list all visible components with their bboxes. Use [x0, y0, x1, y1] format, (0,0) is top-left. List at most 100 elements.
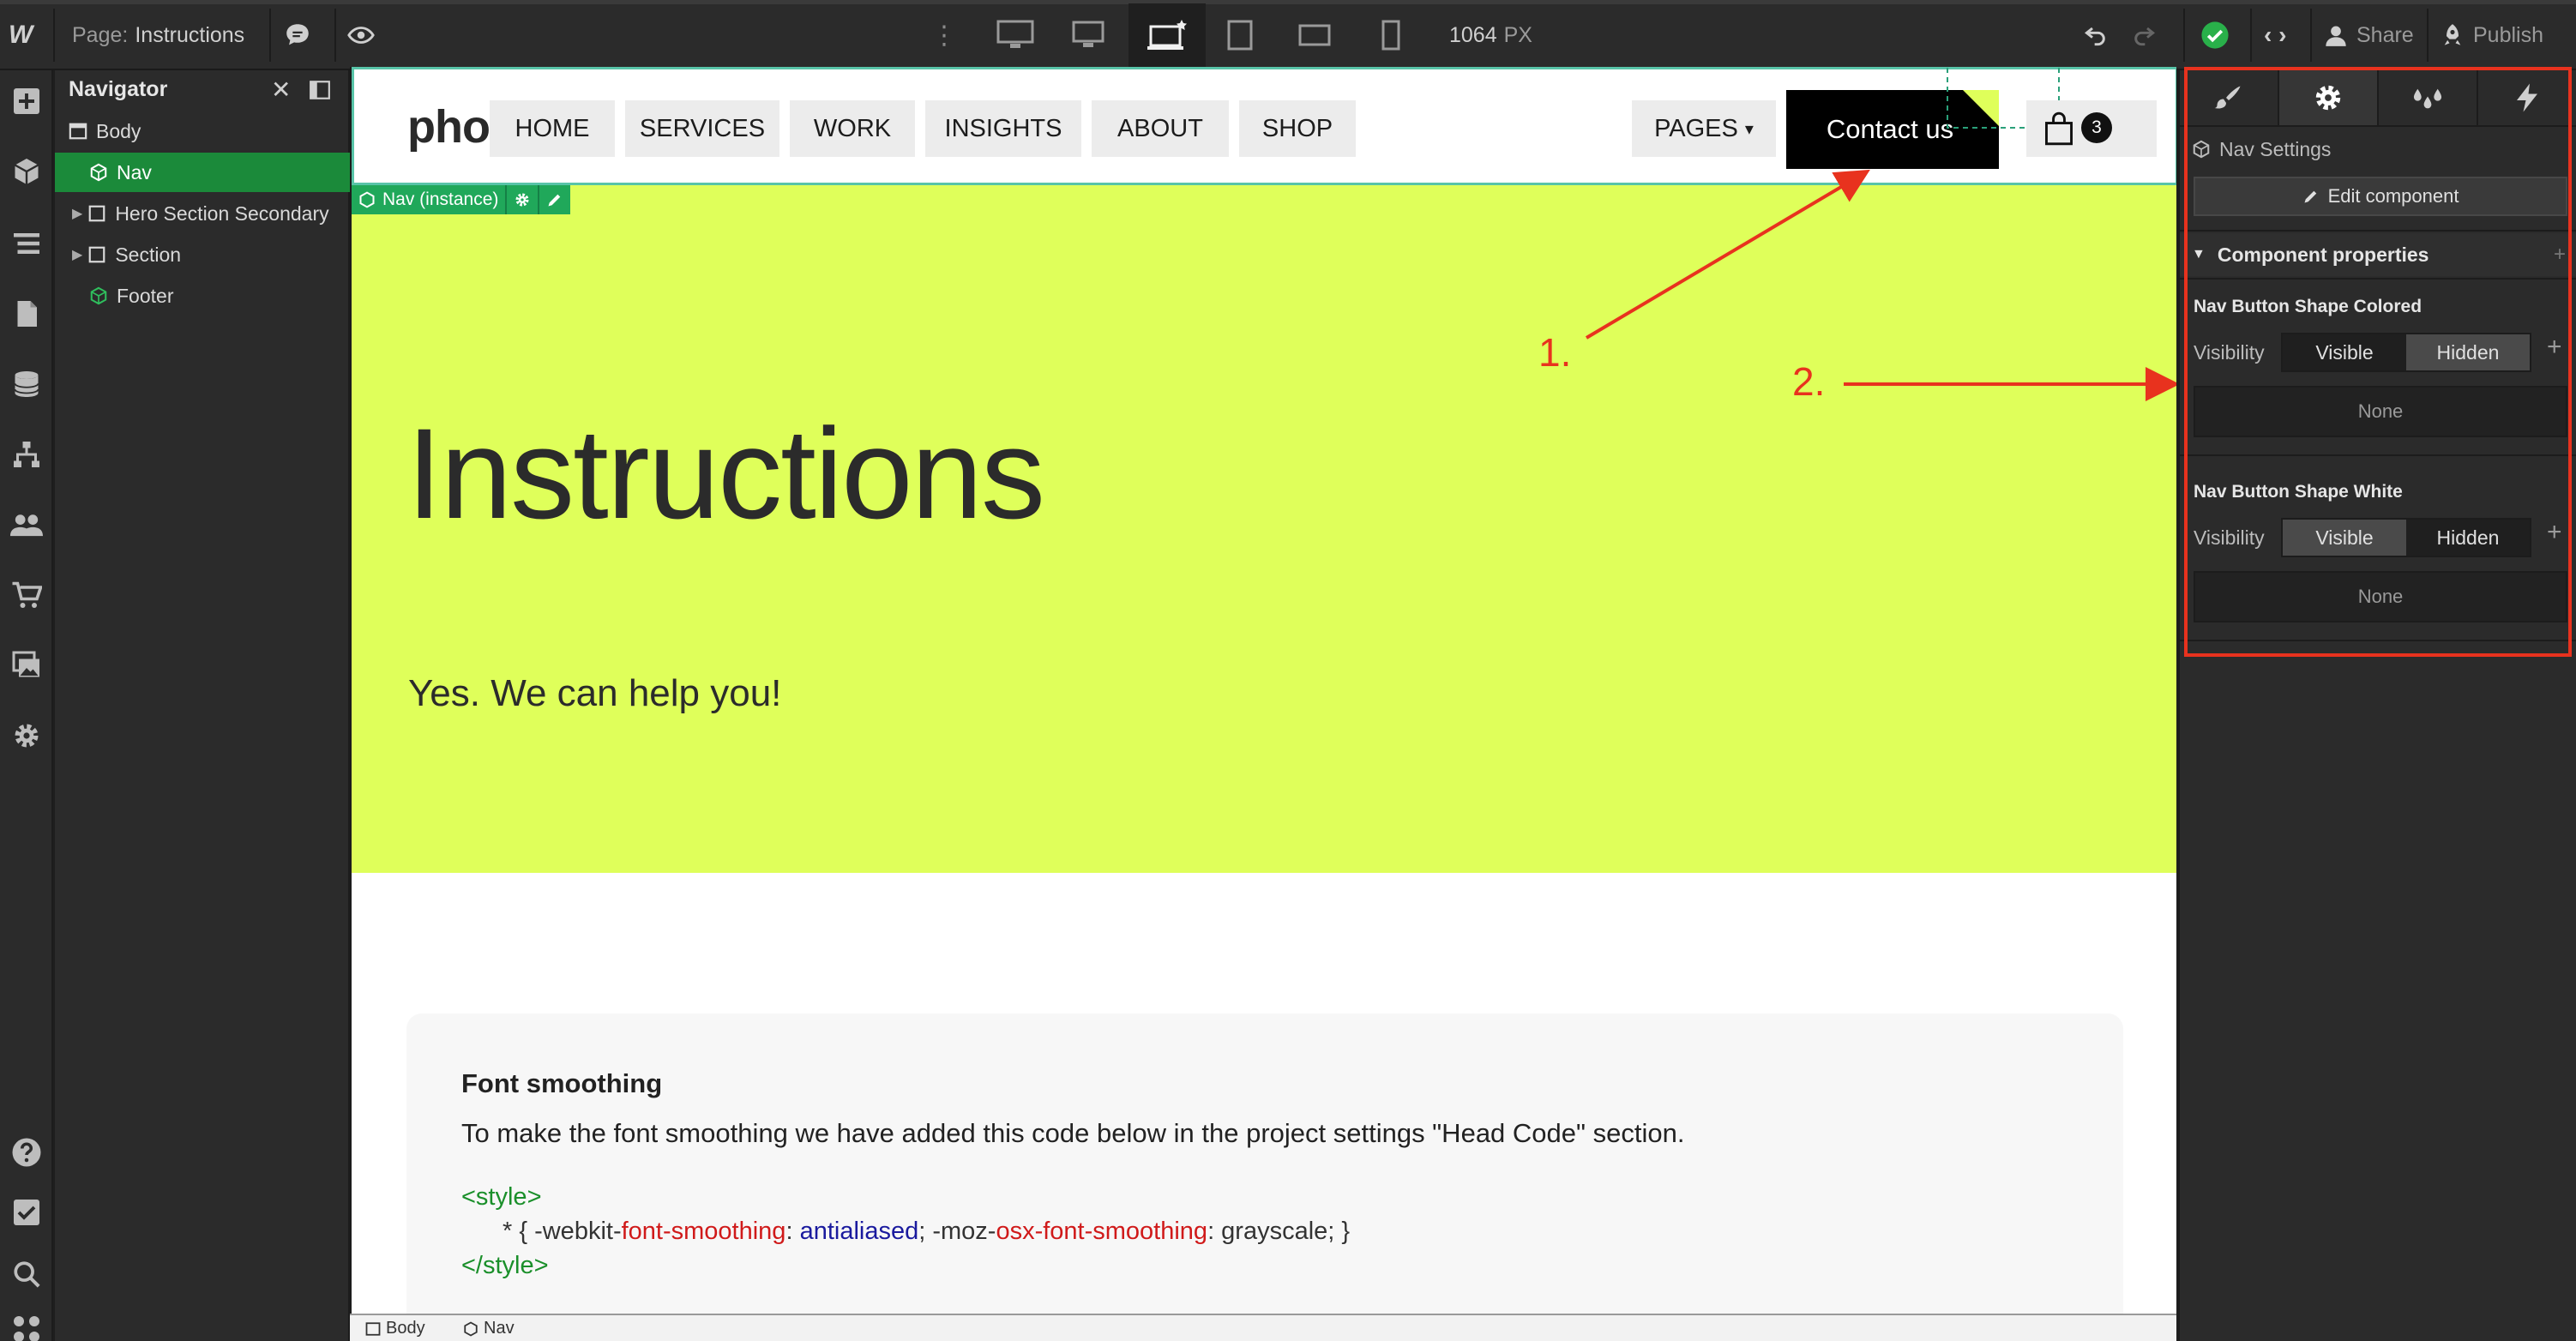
body-icon	[365, 1321, 381, 1336]
tree-item-hero-section-secondary[interactable]: ▶ Hero Section Secondary	[55, 194, 350, 233]
logic-panel-button[interactable]	[8, 436, 45, 473]
more-options-button[interactable]: ⋮	[931, 0, 957, 70]
tab-interactions[interactable]	[2478, 70, 2576, 125]
canvas-width-readout: 1064 PX	[1449, 22, 1532, 47]
comments-button[interactable]	[283, 0, 312, 70]
caret-right-icon[interactable]: ▶	[72, 205, 82, 222]
page-selector[interactable]: Page: Instructions	[72, 0, 244, 70]
gear-icon	[15, 724, 39, 748]
breakpoint-desktop-large[interactable]	[1072, 0, 1104, 70]
top-toolbar: W Page: Instructions ⋮ 1064 PX ‹ › Share…	[0, 0, 2576, 70]
annotation-arrow-1	[1585, 169, 2176, 401]
pages-panel-button[interactable]	[8, 295, 45, 333]
check-circle-icon	[2201, 21, 2229, 49]
code-brackets-icon: ‹ ›	[2264, 21, 2287, 48]
tab-settings[interactable]	[2279, 70, 2379, 125]
search-icon	[14, 1261, 40, 1288]
images-icon	[12, 651, 39, 677]
layers-list-icon	[14, 233, 39, 254]
monitor-icon	[1072, 21, 1104, 47]
breakpoint-mobile-landscape[interactable]	[1298, 0, 1331, 70]
edit-component-button[interactable]: Edit component	[2194, 177, 2567, 216]
panel-tabs	[2180, 70, 2576, 127]
caret-right-icon[interactable]: ▶	[72, 246, 82, 263]
undo-button[interactable]	[2082, 0, 2110, 70]
redo-button[interactable]	[2130, 0, 2158, 70]
settings-panel-button[interactable]	[8, 717, 45, 755]
desktop-star-icon	[1147, 20, 1187, 50]
add-binding-icon[interactable]: +	[2547, 518, 2562, 547]
breakpoint-desktop-base[interactable]	[1147, 0, 1189, 70]
tree-item-nav[interactable]: Nav	[55, 153, 350, 192]
share-button[interactable]: Share	[2324, 0, 2414, 70]
nav-settings-heading: Nav Settings	[2180, 132, 2576, 166]
search-button[interactable]	[8, 1255, 45, 1293]
page-name: Instructions	[135, 22, 245, 47]
rocket-icon	[2444, 24, 2461, 45]
card-title: Font smoothing	[461, 1068, 663, 1098]
gear-icon	[2315, 85, 2341, 111]
prop-binding-none-colored[interactable]: None	[2194, 386, 2567, 437]
ecommerce-panel-button[interactable]	[8, 576, 45, 614]
kebab-icon: ⋮	[931, 21, 957, 50]
breadcrumb-body[interactable]: Body	[365, 1319, 425, 1338]
question-icon	[12, 1138, 41, 1167]
tab-style[interactable]	[2180, 70, 2279, 125]
visibility-option-hidden[interactable]: Hidden	[2406, 520, 2530, 556]
caret-down-icon: ▼	[2192, 247, 2206, 262]
hero-subtitle[interactable]: Yes. We can help you!	[408, 672, 781, 715]
pencil-icon	[2304, 190, 2316, 203]
prop-binding-none-white[interactable]: None	[2194, 571, 2567, 622]
plus-square-icon	[14, 88, 39, 114]
prop-name-nav-button-shape-colored: Nav Button Shape Colored	[2194, 297, 2423, 316]
audit-panel-button[interactable]	[8, 1194, 45, 1231]
publish-button[interactable]: Publish	[2441, 0, 2543, 70]
add-panel-button[interactable]	[8, 82, 45, 120]
monitor-large-icon	[996, 20, 1034, 48]
phone-landscape-icon	[1298, 24, 1331, 46]
design-canvas[interactable]: Instructions Yes. We can help you! phoen…	[350, 67, 2176, 1314]
publish-status-indicator[interactable]	[2200, 0, 2230, 70]
dock-panel-icon[interactable]	[309, 79, 331, 101]
code-export-button[interactable]: ‹ ›	[2264, 0, 2286, 70]
breadcrumb-nav[interactable]: Nav	[463, 1319, 515, 1338]
breakpoint-tablet[interactable]	[1226, 0, 1254, 70]
navigator-panel: Navigator ✕ Body Nav ▶ Hero Section Seco…	[55, 70, 350, 1341]
breakpoint-desktop-xl[interactable]	[996, 0, 1034, 70]
canvas-breadcrumb: Body Nav	[350, 1314, 2176, 1341]
plus-icon[interactable]: +	[2554, 243, 2566, 267]
navigator-panel-button[interactable]	[8, 225, 45, 262]
section-box-icon	[88, 246, 105, 263]
component-icon	[2193, 140, 2210, 159]
apps-icon	[14, 1316, 39, 1341]
tree-item-label: Body	[96, 119, 141, 142]
add-binding-icon[interactable]: +	[2547, 333, 2562, 362]
webflow-logo[interactable]: W	[9, 0, 33, 70]
tab-style-manager[interactable]	[2379, 70, 2478, 125]
tree-item-section[interactable]: ▶ Section	[55, 235, 350, 274]
cms-panel-button[interactable]	[8, 365, 45, 403]
apps-panel-button[interactable]	[8, 1310, 45, 1341]
component-properties-header[interactable]: ▼ Component properties +	[2180, 233, 2576, 276]
tree-item-body[interactable]: Body	[55, 111, 350, 151]
components-panel-button[interactable]	[8, 153, 45, 190]
visibility-option-visible[interactable]: Visible	[2283, 520, 2406, 556]
user-icon	[2326, 26, 2346, 46]
visibility-option-hidden[interactable]: Hidden	[2406, 334, 2530, 370]
comment-icon	[286, 24, 309, 45]
tablet-icon	[1227, 20, 1253, 51]
checkbox-icon	[14, 1200, 39, 1225]
users-icon	[10, 514, 43, 537]
page-label: Page:	[72, 22, 129, 47]
tree-item-footer[interactable]: Footer	[55, 276, 350, 316]
component-icon	[90, 286, 107, 305]
cube-icon	[14, 159, 39, 184]
preview-button[interactable]	[346, 0, 376, 70]
close-icon[interactable]: ✕	[271, 75, 291, 104]
database-icon	[14, 371, 39, 397]
assets-panel-button[interactable]	[8, 646, 45, 684]
visibility-option-visible[interactable]: Visible	[2283, 334, 2406, 370]
help-button[interactable]	[8, 1134, 45, 1171]
users-panel-button[interactable]	[8, 506, 45, 544]
breakpoint-mobile-portrait[interactable]	[1381, 0, 1401, 70]
